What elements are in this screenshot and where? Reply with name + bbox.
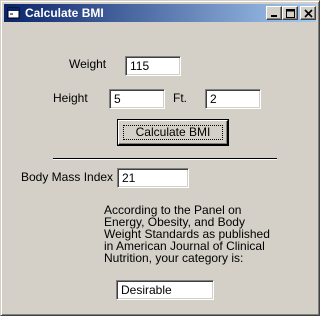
height-inches-field[interactable]: 2 [205,89,261,109]
minimize-icon [271,15,277,17]
category-description: According to the Panel on Energy, Obesit… [104,203,270,265]
weight-field[interactable]: 115 [125,56,181,76]
title-bar[interactable]: Calculate BMI [4,4,316,22]
category-field[interactable]: Desirable [116,280,214,300]
bmi-field[interactable]: 21 [117,168,189,188]
feet-label: Ft. [173,91,187,105]
maximize-button[interactable] [282,6,298,20]
bmi-window: Calculate BMI Weight 115 Height 5 Ft. 2 … [0,0,320,316]
focus-rectangle [123,125,223,140]
weight-label: Weight [69,57,107,71]
calculate-bmi-button[interactable]: Calculate BMI [118,120,228,145]
close-icon [304,9,313,18]
minimize-button[interactable] [266,6,282,20]
window-title: Calculate BMI [25,6,104,20]
separator [53,158,277,160]
app-icon[interactable] [7,6,21,20]
height-label: Height [53,91,88,105]
height-feet-field[interactable]: 5 [109,89,165,109]
close-button[interactable] [300,6,316,20]
maximize-icon [286,9,295,18]
bmi-label: Body Mass Index [21,170,114,184]
